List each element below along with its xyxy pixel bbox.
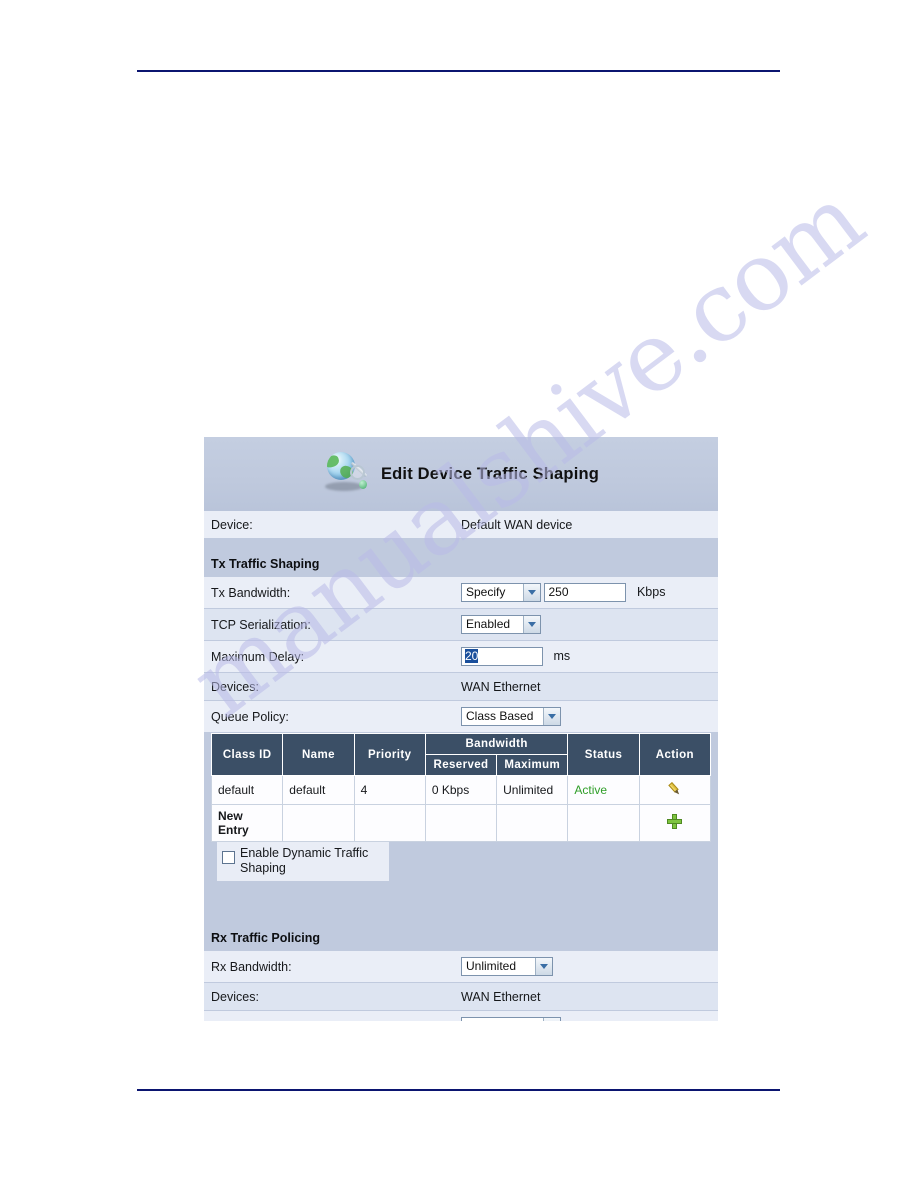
globe-magnifier-icon bbox=[323, 451, 371, 497]
chevron-down-icon bbox=[543, 1018, 560, 1021]
row-rx-queue-policy: Queue Policy: None bbox=[204, 1011, 718, 1021]
new-entry-priority bbox=[353, 804, 426, 842]
traffic-shaping-panel: Edit Device Traffic Shaping Device: Defa… bbox=[204, 437, 718, 1021]
row-tx-bandwidth: Tx Bandwidth: Specify 250 Kbps bbox=[204, 577, 718, 609]
rx-bandwidth-label: Rx Bandwidth: bbox=[211, 959, 292, 974]
header-rule bbox=[137, 70, 780, 72]
row-tcp-serialization: TCP Serialization: Enabled bbox=[204, 609, 718, 641]
chevron-down-icon bbox=[543, 708, 560, 725]
tcp-serialization-label: TCP Serialization: bbox=[211, 617, 311, 632]
tx-bandwidth-unit: Kbps bbox=[636, 584, 666, 599]
tx-bandwidth-label: Tx Bandwidth: bbox=[211, 585, 291, 600]
plus-add-icon[interactable] bbox=[667, 814, 683, 829]
maximum-delay-input[interactable]: 20 bbox=[461, 647, 543, 666]
pencil-edit-icon[interactable] bbox=[664, 778, 685, 799]
status-badge: Active bbox=[567, 775, 640, 805]
new-entry-maximum bbox=[496, 804, 569, 842]
col-status: Status bbox=[567, 733, 640, 776]
tx-queue-policy-select[interactable]: Class Based bbox=[461, 707, 561, 726]
rx-queue-policy-label: Queue Policy: bbox=[211, 1020, 461, 1022]
new-entry-name bbox=[282, 804, 355, 842]
panel-title-bar: Edit Device Traffic Shaping bbox=[204, 437, 718, 511]
cell-reserved: 0 Kbps bbox=[424, 775, 498, 805]
device-label: Device: bbox=[211, 517, 253, 532]
section-heading-rx: Rx Traffic Policing bbox=[204, 925, 718, 951]
col-name: Name bbox=[282, 733, 355, 776]
row-device: Device: Default WAN device bbox=[204, 511, 718, 539]
traffic-class-table: Class ID Name Priority Bandwidth Status … bbox=[210, 733, 712, 842]
spacer-above-rx bbox=[204, 881, 718, 925]
chevron-down-icon bbox=[535, 958, 552, 975]
row-rx-devices: Devices: WAN Ethernet bbox=[204, 983, 718, 1011]
rx-devices-label: Devices: bbox=[211, 989, 259, 1004]
rx-queue-policy-select[interactable]: None bbox=[461, 1017, 561, 1021]
chevron-down-icon bbox=[523, 584, 540, 601]
cell-class-id: default bbox=[210, 775, 284, 805]
rx-devices-value: WAN Ethernet bbox=[461, 989, 541, 1004]
footer-rule bbox=[137, 1089, 780, 1091]
rx-bandwidth-value: Unlimited bbox=[466, 959, 517, 973]
col-maximum: Maximum bbox=[496, 754, 569, 776]
tx-queue-policy-value: Class Based bbox=[466, 709, 534, 723]
row-tx-devices: Devices: WAN Ethernet bbox=[204, 673, 718, 701]
maximum-delay-value: 20 bbox=[465, 649, 479, 663]
row-tx-queue-policy: Queue Policy: Class Based bbox=[204, 701, 718, 733]
tx-queue-policy-label: Queue Policy: bbox=[211, 709, 289, 724]
tx-devices-value: WAN Ethernet bbox=[461, 679, 541, 694]
device-value: Default WAN device bbox=[461, 517, 573, 532]
row-rx-bandwidth: Rx Bandwidth: Unlimited bbox=[204, 951, 718, 983]
cell-name: default bbox=[282, 775, 355, 805]
col-bandwidth-group: Bandwidth bbox=[424, 733, 569, 755]
maximum-delay-label: Maximum Delay: bbox=[211, 649, 305, 664]
table-row: default default 4 0 Kbps Unlimited Activ… bbox=[210, 775, 712, 805]
table-header-row-1: Class ID Name Priority Bandwidth Status … bbox=[210, 733, 712, 776]
table-row-new-entry[interactable]: New Entry bbox=[210, 804, 712, 842]
maximum-delay-unit: ms bbox=[553, 648, 571, 663]
tcp-serialization-select[interactable]: Enabled bbox=[461, 615, 541, 634]
new-entry-reserved bbox=[424, 804, 498, 842]
rx-queue-policy-value: None bbox=[466, 1018, 501, 1021]
cell-maximum: Unlimited bbox=[496, 775, 569, 805]
cell-action bbox=[638, 775, 712, 805]
tcp-serialization-value: Enabled bbox=[466, 617, 511, 631]
col-class-id: Class ID bbox=[210, 733, 284, 776]
section-heading-tx: Tx Traffic Shaping bbox=[204, 551, 718, 577]
col-priority: Priority bbox=[353, 733, 426, 776]
dynamic-traffic-shaping-label: Enable Dynamic Traffic Shaping bbox=[240, 846, 369, 875]
chevron-down-icon bbox=[523, 616, 540, 633]
cell-priority: 4 bbox=[353, 775, 426, 805]
row-maximum-delay: Maximum Delay: 20 ms bbox=[204, 641, 718, 673]
page-title: Edit Device Traffic Shaping bbox=[380, 464, 600, 483]
col-action: Action bbox=[638, 733, 712, 776]
tx-bandwidth-mode-value: Specify bbox=[466, 585, 506, 599]
rx-bandwidth-select[interactable]: Unlimited bbox=[461, 957, 553, 976]
new-entry-status bbox=[567, 804, 640, 842]
dynamic-traffic-shaping-row[interactable]: Enable Dynamic Traffic Shaping bbox=[217, 842, 389, 881]
new-entry-action bbox=[638, 804, 712, 842]
dynamic-traffic-shaping-checkbox[interactable] bbox=[222, 851, 235, 864]
col-reserved: Reserved bbox=[424, 754, 498, 776]
tx-bandwidth-input[interactable]: 250 bbox=[544, 583, 627, 602]
tx-bandwidth-mode-select[interactable]: Specify bbox=[461, 583, 541, 602]
tx-devices-label: Devices: bbox=[211, 679, 259, 694]
spacer-above-tx bbox=[204, 539, 718, 551]
new-entry-label: New Entry bbox=[210, 804, 284, 842]
